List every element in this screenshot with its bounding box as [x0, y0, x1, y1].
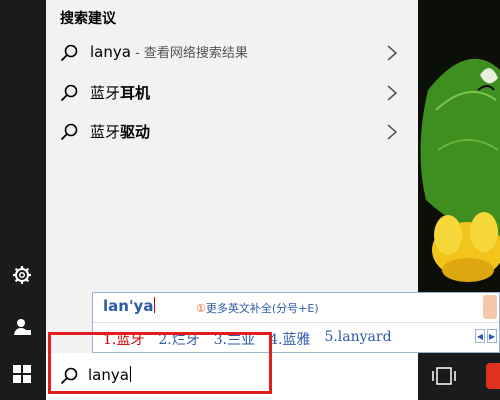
search-icon: [60, 123, 78, 141]
ime-composition-text: lan'ya: [103, 297, 154, 315]
ime-page-nav: ◀ ▶: [475, 329, 497, 343]
windows-icon[interactable]: [11, 363, 33, 385]
search-icon: [60, 44, 78, 62]
suggestion-text: lanya - 查看网络搜索结果: [90, 42, 248, 61]
suggestion-item[interactable]: 蓝牙耳机: [46, 73, 418, 111]
suggestion-completion: 耳机: [120, 84, 151, 102]
chevron-right-icon[interactable]: [386, 124, 398, 140]
suggestion-item[interactable]: lanya - 查看网络搜索结果: [46, 33, 418, 71]
ime-more-label: 更多英文补全(分号+E): [205, 302, 319, 315]
ime-prev-page-button[interactable]: ◀: [475, 329, 485, 343]
task-view-icon[interactable]: [432, 365, 456, 387]
suggestion-hint: - 查看网络搜索结果: [130, 46, 248, 61]
user-icon[interactable]: [11, 316, 33, 338]
suggestion-query: 蓝牙: [90, 123, 121, 141]
panel-title: 搜索建议: [60, 11, 116, 27]
ime-composition: lan'ya: [103, 297, 156, 315]
suggestion-item[interactable]: 蓝牙驱动: [46, 112, 418, 150]
search-icon: [60, 84, 78, 102]
ime-candidate[interactable]: 4.蓝雅: [269, 329, 310, 349]
suggestion-completion: 驱动: [120, 123, 151, 141]
chevron-right-icon[interactable]: [386, 85, 398, 101]
highlight-box: [48, 332, 272, 394]
ime-more-marker: ①: [196, 302, 206, 315]
chevron-right-icon[interactable]: [386, 45, 398, 61]
ime-candidate[interactable]: 5.lanyard: [324, 329, 391, 349]
ime-next-page-button[interactable]: ▶: [487, 329, 497, 343]
gear-icon[interactable]: [11, 264, 33, 286]
pinned-app-icon[interactable]: [486, 363, 500, 389]
ime-more-completions[interactable]: ①更多英文补全(分号+E): [196, 300, 319, 316]
suggestion-query: 蓝牙: [90, 84, 121, 102]
ime-divider: [93, 322, 499, 323]
suggestion-text: 蓝牙驱动: [90, 121, 150, 142]
suggestion-query: lanya: [90, 43, 131, 61]
ime-logo-icon: [483, 295, 497, 319]
suggestion-text: 蓝牙耳机: [90, 82, 150, 103]
taskbar-rail: [0, 0, 46, 400]
